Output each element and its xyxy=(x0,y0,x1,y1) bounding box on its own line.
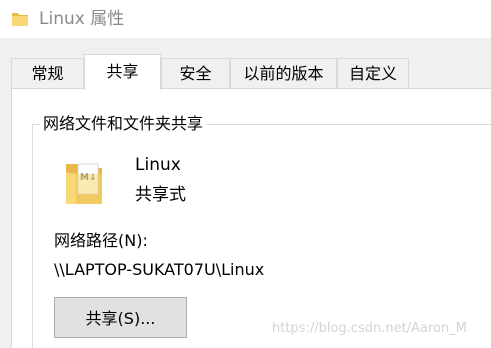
folder-icon xyxy=(12,13,28,26)
tab-customize[interactable]: 自定义 xyxy=(337,58,409,88)
share-state: 共享式 xyxy=(135,185,186,205)
tab-sharing[interactable]: 共享 xyxy=(84,54,161,90)
folder-name: Linux xyxy=(135,155,181,175)
tab-security[interactable]: 安全 xyxy=(161,58,230,88)
shared-folder-icon: M↓ xyxy=(66,163,102,204)
tab-general[interactable]: 常规 xyxy=(11,58,84,88)
tab-previous-versions[interactable]: 以前的版本 xyxy=(230,58,337,88)
network-path-value: \\LAPTOP-SUKAT07U\Linux xyxy=(54,260,265,279)
share-button[interactable]: 共享(S)... xyxy=(54,297,187,338)
window-title: Linux 属性 xyxy=(39,9,125,29)
title-bar: Linux 属性 xyxy=(0,0,491,38)
watermark: https://blog.csdn.net/Aaron_M xyxy=(272,321,467,336)
group-title: 网络文件和文件夹共享 xyxy=(40,113,207,135)
network-path-label: 网络路径(N): xyxy=(54,231,148,250)
